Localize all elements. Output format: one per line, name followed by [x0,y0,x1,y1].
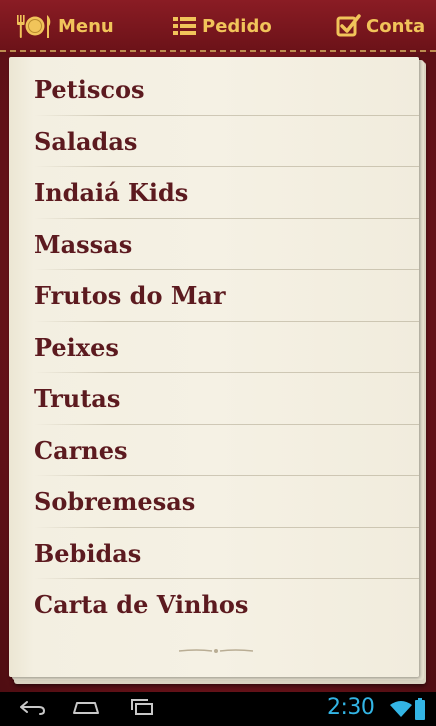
wifi-icon [390,700,412,722]
tab-conta[interactable]: Conta [336,10,425,42]
home-icon [71,698,101,720]
category-item-petiscos[interactable]: Petiscos [9,64,419,116]
category-item-bebidas[interactable]: Bebidas [9,528,419,580]
stitch-divider [0,50,436,52]
category-item-saladas[interactable]: Saladas [9,116,419,168]
checkbox-icon [336,13,362,39]
app-window: Menu Pedido Conta Petiscos Saladas Indai… [0,0,436,692]
home-button[interactable] [66,697,106,721]
category-item-massas[interactable]: Massas [9,219,419,271]
tab-menu-label: Menu [58,15,114,37]
ornament-divider [179,649,253,653]
tab-pedido[interactable]: Pedido [172,10,272,42]
category-item-indaia-kids[interactable]: Indaiá Kids [9,167,419,219]
category-list: Petiscos Saladas Indaiá Kids Massas Frut… [9,64,419,631]
category-item-trutas[interactable]: Trutas [9,373,419,425]
list-icon [172,14,198,38]
back-icon [17,698,47,720]
recent-apps-button[interactable] [122,697,162,721]
status-clock: 2:30 [327,695,375,720]
fork-plate-knife-icon [14,12,54,40]
system-navigation-bar: 2:30 [0,692,436,726]
category-item-frutos-do-mar[interactable]: Frutos do Mar [9,270,419,322]
tab-conta-label: Conta [366,15,426,37]
category-item-carnes[interactable]: Carnes [9,425,419,477]
category-item-sobremesas[interactable]: Sobremesas [9,476,419,528]
category-item-peixes[interactable]: Peixes [9,322,419,374]
recent-apps-icon [127,698,157,720]
tab-pedido-label: Pedido [202,15,272,37]
top-action-bar: Menu Pedido Conta [0,0,436,52]
battery-icon [415,698,425,724]
menu-paper: Petiscos Saladas Indaiá Kids Massas Frut… [9,57,419,677]
back-button[interactable] [12,697,52,721]
tab-menu[interactable]: Menu [14,10,114,42]
category-item-carta-de-vinhos[interactable]: Carta de Vinhos [9,579,419,631]
